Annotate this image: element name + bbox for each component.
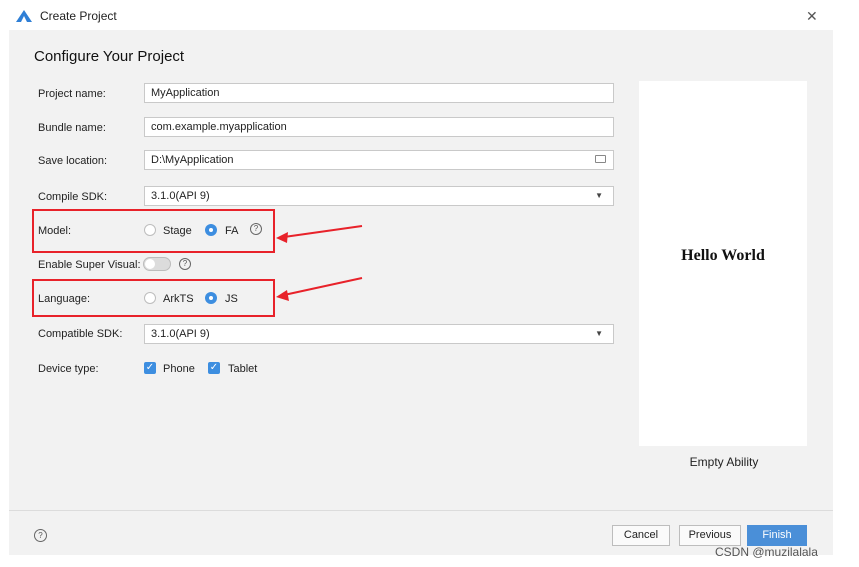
model-fa-radio[interactable] [205,224,217,236]
phone-label: Phone [163,363,195,375]
language-js-label: JS [225,293,238,305]
project-name-label: Project name: [38,88,106,100]
phone-checkbox[interactable]: ✓ [144,362,156,374]
compatible-sdk-label: Compatible SDK: [38,328,123,340]
project-name-value: MyApplication [151,87,220,99]
tablet-checkbox[interactable]: ✓ [208,362,220,374]
close-icon[interactable]: ✕ [806,8,818,25]
save-location-value: D:\MyApplication [151,154,234,166]
super-visual-label: Enable Super Visual: [38,259,141,271]
chevron-down-icon: ▼ [595,329,603,338]
language-arkts-radio[interactable] [144,292,156,304]
model-stage-radio[interactable] [144,224,156,236]
device-type-label: Device type: [38,363,99,375]
arrow-language-line [283,277,363,296]
arrow-model-head [276,232,288,243]
preview-hello-text: Hello World [681,247,765,264]
footer-divider [9,510,833,511]
app-logo-icon [16,10,32,22]
previous-button[interactable]: Previous [679,525,741,546]
page-title: Configure Your Project [34,48,185,65]
model-help-icon[interactable]: ? [250,223,262,235]
super-visual-toggle[interactable] [143,257,171,271]
model-stage-label: Stage [163,225,192,237]
model-fa-label: FA [225,225,239,237]
save-location-label: Save location: [38,155,108,167]
save-location-input[interactable]: D:\MyApplication [144,150,614,170]
bundle-name-input[interactable]: com.example.myapplication [144,117,614,137]
finish-button[interactable]: Finish [747,525,807,546]
annotation-arrows [276,225,363,301]
compile-sdk-select[interactable]: 3.1.0(API 9) ▼ [144,186,614,206]
help-icon[interactable]: ? [34,529,47,542]
compatible-sdk-value: 3.1.0(API 9) [151,328,210,340]
watermark: CSDN @muzilalala [715,545,818,559]
language-arkts-label: ArkTS [163,293,194,305]
arrow-model-line [283,225,363,238]
compatible-sdk-select[interactable]: 3.1.0(API 9) ▼ [144,324,614,344]
project-name-input[interactable]: MyApplication [144,83,614,103]
language-js-radio[interactable] [205,292,217,304]
window-title: Create Project [40,9,117,23]
bundle-name-value: com.example.myapplication [151,121,287,133]
title-bar: Create Project ✕ [0,0,859,30]
bundle-name-label: Bundle name: [38,122,106,134]
cancel-button[interactable]: Cancel [612,525,670,546]
template-name: Empty Ability [689,455,759,469]
compile-sdk-label: Compile SDK: [38,191,108,203]
super-visual-help-icon[interactable]: ? [179,258,191,270]
compile-sdk-value: 3.1.0(API 9) [151,190,210,202]
folder-icon[interactable] [595,155,606,163]
tablet-label: Tablet [228,363,258,375]
chevron-down-icon: ▼ [595,191,603,200]
model-label: Model: [38,225,72,237]
arrow-language-head [276,290,289,301]
template-preview: Hello World [639,81,807,446]
language-label: Language: [38,293,90,305]
